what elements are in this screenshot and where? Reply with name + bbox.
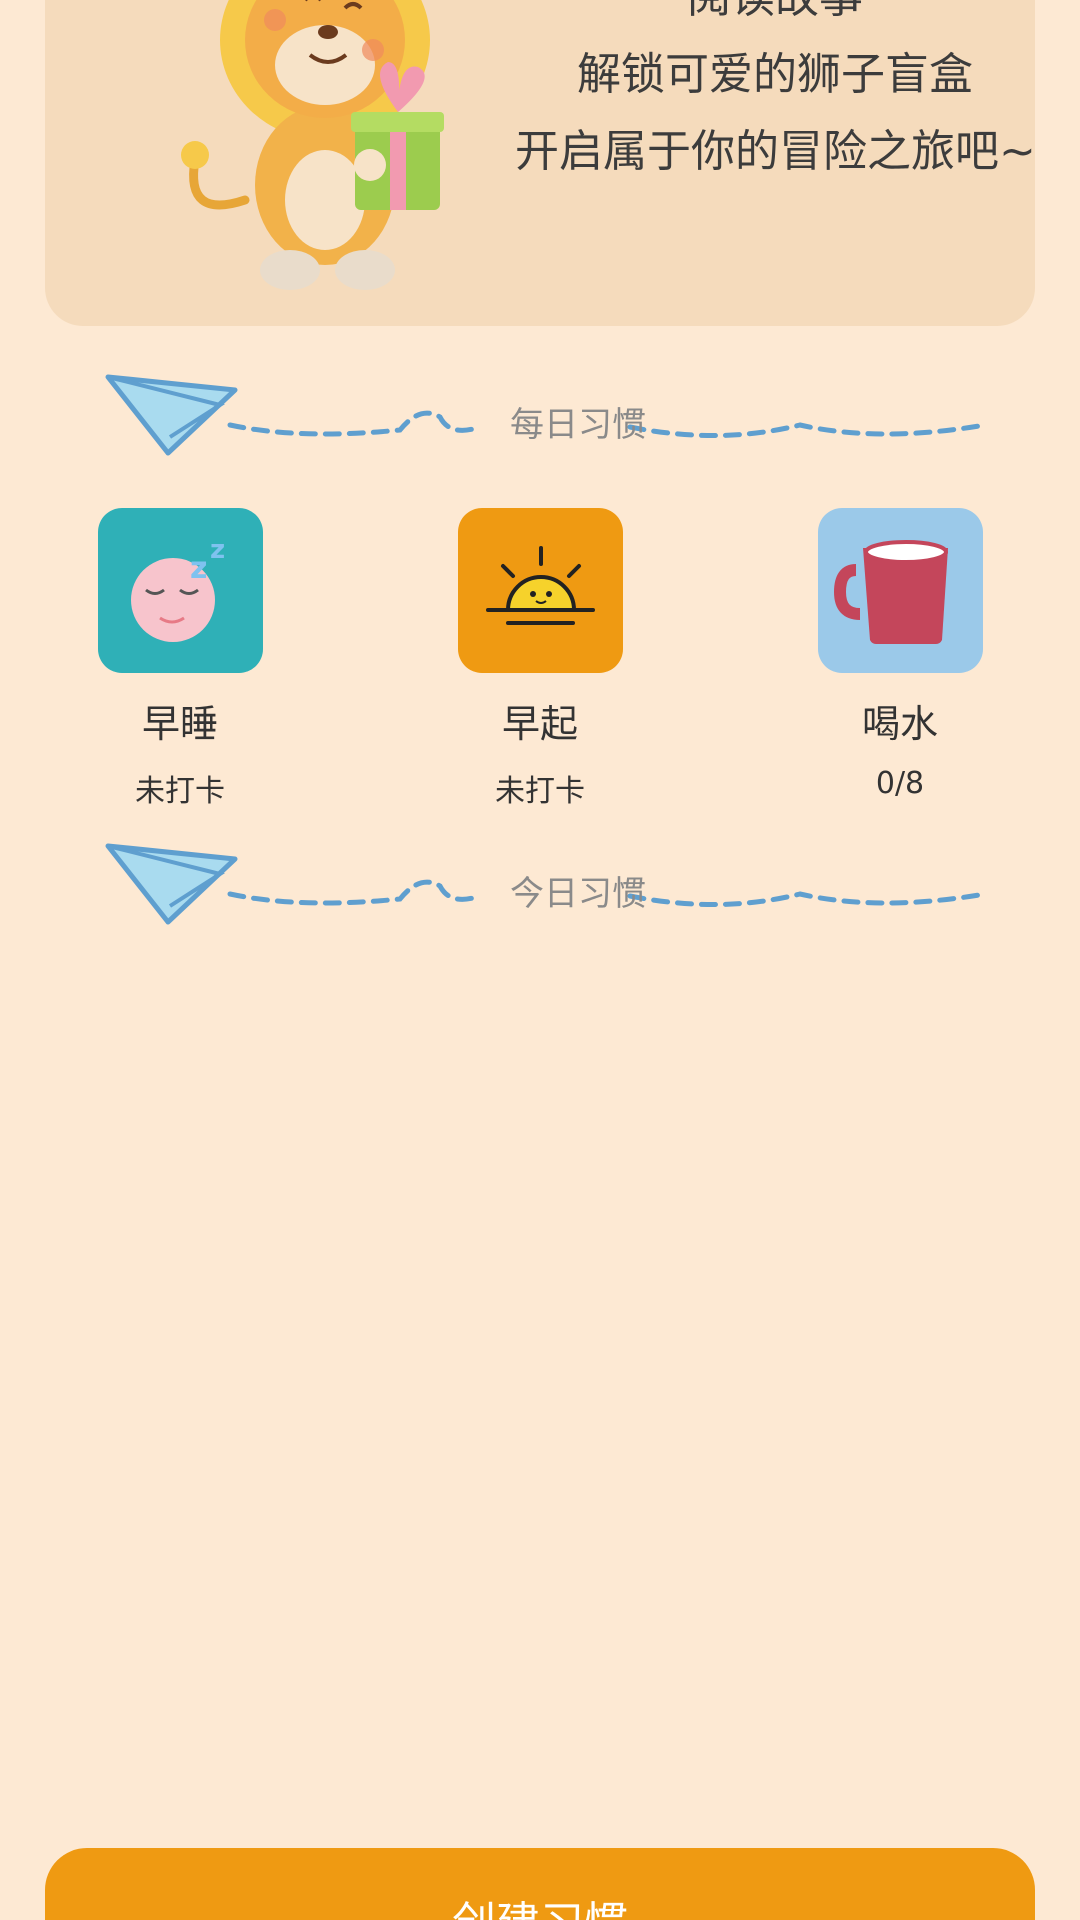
create-habit-button[interactable]: 创建习惯 xyxy=(45,1848,1035,1920)
habit-item-wake-early[interactable]: 早起 未打卡 xyxy=(450,508,630,810)
section-title-today: 今日习惯 xyxy=(510,874,646,914)
mug-icon[interactable] xyxy=(817,508,983,673)
sunrise-icon[interactable] xyxy=(457,508,623,673)
svg-text:z: z xyxy=(210,535,225,565)
banner-line-2: 解锁可爱的狮子盲盒 xyxy=(577,49,973,100)
habit-status: 0/8 xyxy=(875,766,925,801)
habit-status: 未打卡 xyxy=(135,774,225,809)
today-habits-divider: 今日习惯 xyxy=(100,834,1000,934)
habit-item-sleep-early[interactable]: z z 早睡 未打卡 xyxy=(90,508,270,810)
story-banner[interactable]: 阅读故事 解锁可爱的狮子盲盒 开启属于你的冒险之旅吧~ xyxy=(45,0,1036,326)
habit-name: 早睡 xyxy=(141,702,218,746)
banner-text: 阅读故事 解锁可爱的狮子盲盒 开启属于你的冒险之旅吧~ xyxy=(515,0,1036,190)
daily-habits-divider: 每日习惯 xyxy=(100,365,1000,465)
habit-name: 早起 xyxy=(501,702,578,746)
habit-name: 喝水 xyxy=(861,702,938,746)
banner-line-1: 阅读故事 xyxy=(515,0,1035,36)
sleeping-face-icon[interactable]: z z xyxy=(97,508,263,673)
svg-text:z: z xyxy=(190,551,207,586)
habit-page: 阅读故事 解锁可爱的狮子盲盒 开启属于你的冒险之旅吧~ 每日习惯 z z xyxy=(0,0,1080,1920)
section-title-daily: 每日习惯 xyxy=(510,405,646,445)
banner-line-3: 开启属于你的冒险之旅吧~ xyxy=(515,126,1036,177)
lion-mascot-icon xyxy=(181,0,444,290)
habit-list: z z 早睡 未打卡 早起 未打卡 喝水 0/8 xyxy=(0,508,1080,809)
habit-item-drink-water[interactable]: 喝水 0/8 xyxy=(810,508,990,801)
habit-status: 未打卡 xyxy=(495,774,585,809)
